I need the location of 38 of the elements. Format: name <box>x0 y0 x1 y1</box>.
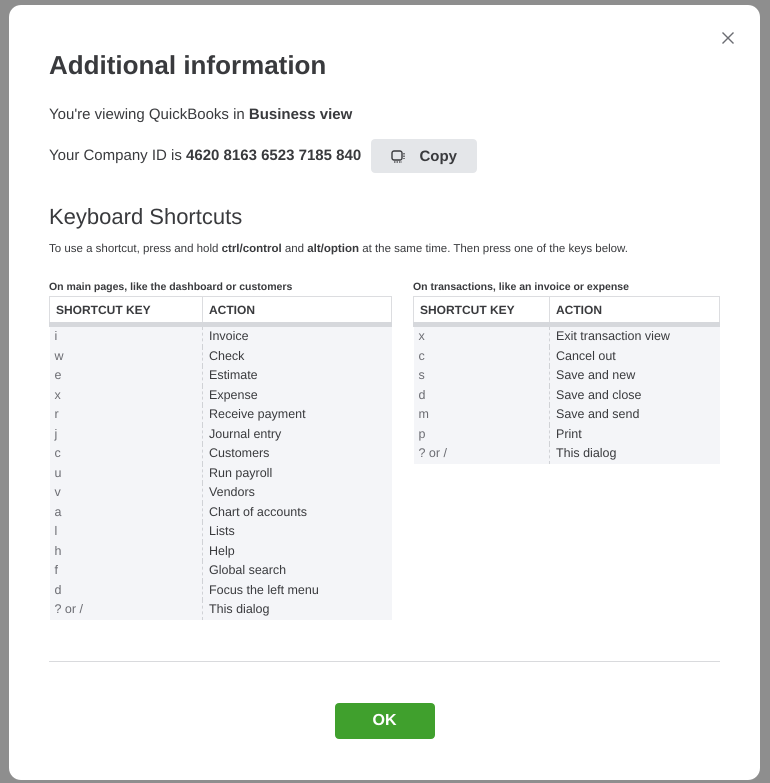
action-cell: Customers <box>202 444 392 464</box>
action-cell: Help <box>202 542 392 561</box>
action-cell: Estimate <box>202 366 392 386</box>
action-cell: Cancel out <box>550 346 720 366</box>
action-cell: Check <box>202 346 392 366</box>
shortcut-key-cell: ? or / <box>414 444 550 464</box>
column-header: ACTION <box>550 296 720 324</box>
shortcut-key-cell: ? or / <box>50 600 202 620</box>
column-header: SHORTCUT KEY <box>50 296 202 324</box>
action-cell: Run payroll <box>202 464 392 483</box>
action-cell: Exit transaction view <box>550 324 720 346</box>
view-info-text: You're viewing QuickBooks in Business view <box>49 105 354 125</box>
action-cell: This dialog <box>550 444 720 464</box>
table-caption: On main pages, like the dashboard or customers <box>49 280 294 294</box>
table-caption: On transactions, like an invoice or expense <box>413 280 630 294</box>
instructions-text: To use a shortcut, press and hold ctrl/control and alt/option at the same time. Then press one of the keys below. <box>49 242 629 257</box>
action-cell: Lists <box>202 522 392 542</box>
action-cell: Vendors <box>202 483 392 502</box>
action-cell: Focus the left menu <box>202 580 392 600</box>
action-cell: Save and send <box>550 405 720 424</box>
action-cell: This dialog <box>202 600 392 620</box>
action-cell: Journal entry <box>202 424 392 444</box>
action-cell: Global search <box>202 561 392 580</box>
dialog-title: Additional information <box>49 49 328 82</box>
copy-button[interactable]: Copy <box>371 139 478 173</box>
action-cell: Receive payment <box>202 405 392 424</box>
action-cell: Save and new <box>550 366 720 386</box>
section-heading: Keyboard Shortcuts <box>49 203 244 231</box>
action-cell: Print <box>550 424 720 444</box>
action-cell: Save and close <box>550 386 720 405</box>
action-cell: Chart of accounts <box>202 502 392 522</box>
company-id-text: Your Company ID is 4620 8163 6523 7185 840 <box>49 146 362 166</box>
close-icon <box>722 32 734 44</box>
copy-icon <box>391 149 406 163</box>
action-cell: Invoice <box>202 324 392 346</box>
column-header: ACTION <box>202 296 392 324</box>
action-cell: Expense <box>202 386 392 405</box>
column-header: SHORTCUT KEY <box>414 296 550 324</box>
